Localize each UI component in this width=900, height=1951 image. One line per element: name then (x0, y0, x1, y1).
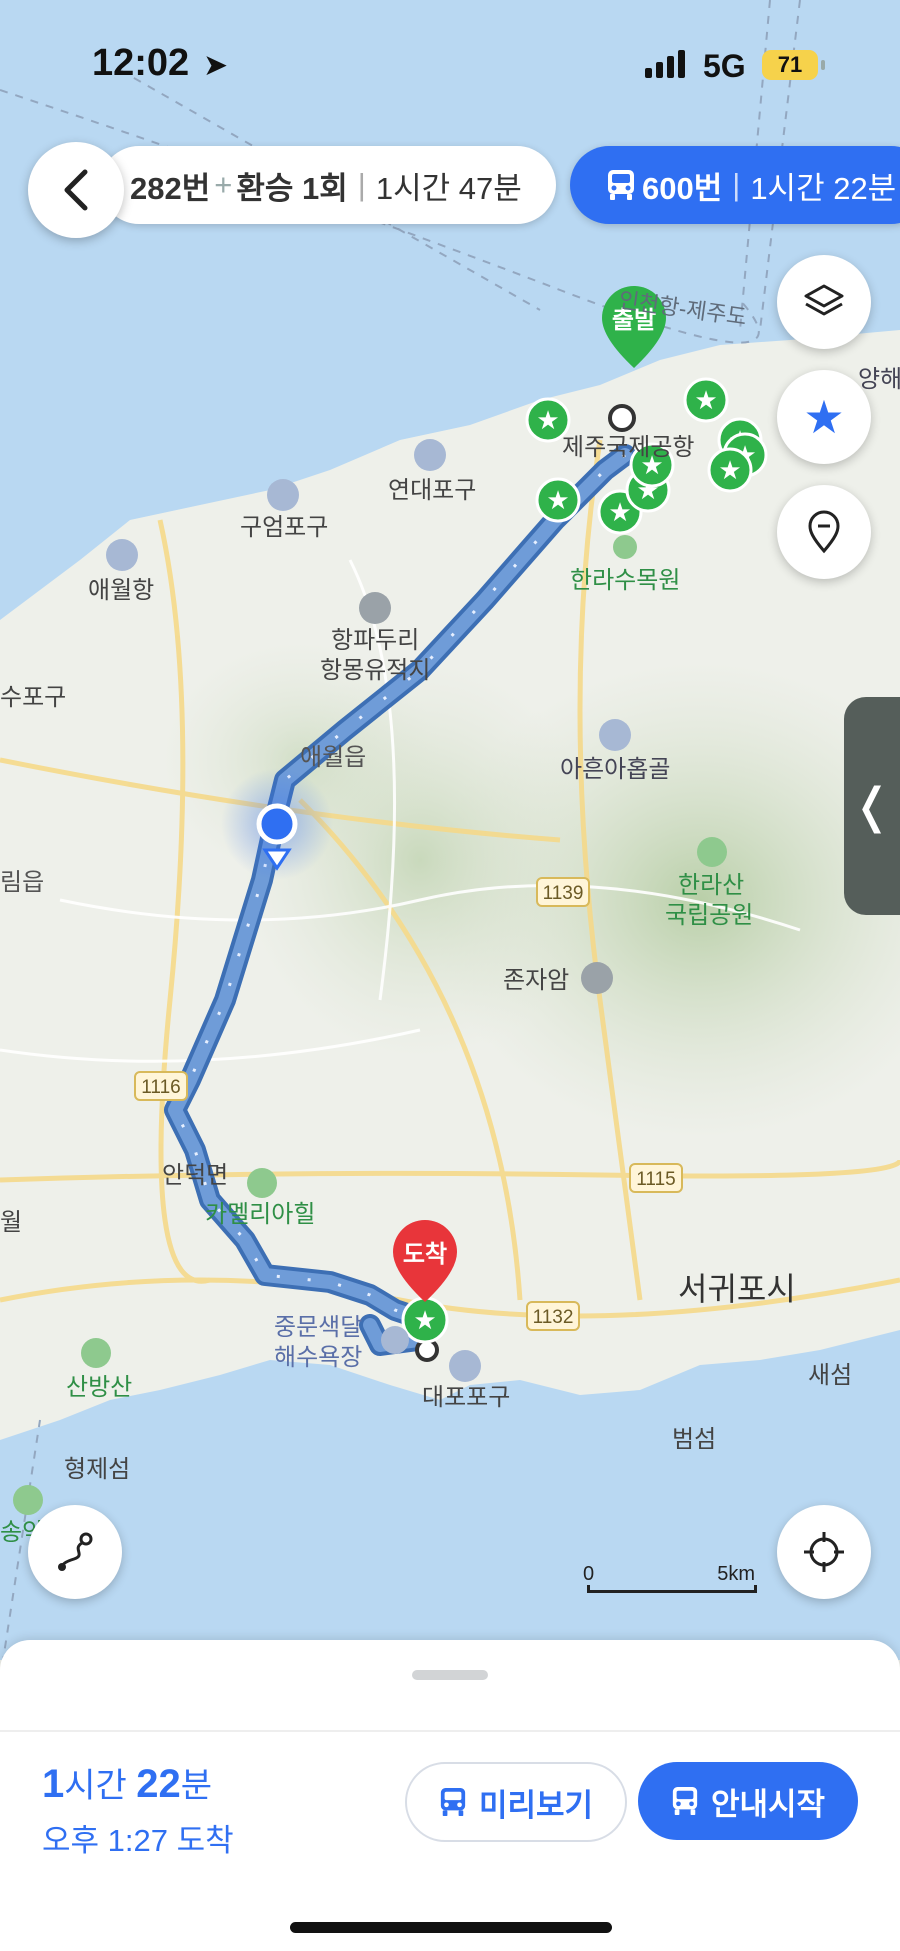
map-label: 서귀포시 (678, 1271, 796, 1307)
preview-label: 미리보기 (478, 1787, 594, 1823)
location-arrow-icon: ➤ (203, 49, 229, 82)
route-option-2[interactable]: 600번 | 1시간 22분 (570, 146, 900, 224)
svg-text:★: ★ (546, 486, 569, 516)
divider: | (357, 167, 366, 202)
status-bar: 12:02 ➤ 5G 71 (0, 0, 900, 135)
svg-text:★: ★ (694, 386, 717, 416)
map-label: 림읍 (0, 869, 44, 896)
back-icon (64, 169, 88, 211)
layers-button[interactable] (777, 255, 871, 349)
route-overview-button[interactable] (28, 1505, 122, 1599)
bus-icon (608, 170, 634, 200)
route-option-2-duration: 1시간 22분 (750, 170, 897, 206)
start-guidance-label: 안내시작 (710, 1786, 826, 1822)
map-label: 연대포구 (388, 477, 476, 504)
road-number: 1139 (543, 883, 584, 904)
end-marker-label: 도착 (403, 1241, 447, 1268)
eta-summary: 1시간 22분 오후 1:27 도착 (42, 1758, 234, 1860)
hours-unit: 시간 (64, 1767, 127, 1805)
road-number: 1132 (533, 1307, 574, 1328)
signal-icon (645, 50, 689, 78)
map-label: 아흔아홉골 (560, 756, 670, 783)
road-number: 1116 (141, 1077, 180, 1098)
locate-icon (804, 1532, 844, 1572)
bus-icon (672, 1787, 698, 1815)
svg-text:★: ★ (608, 498, 631, 528)
status-time: 12:02 (92, 42, 190, 84)
map-label: 한라산 (678, 872, 744, 899)
route-option-1[interactable]: 282번 + 환승 1회 | 1시간 47분 (100, 146, 556, 224)
bus-icon (440, 1788, 466, 1816)
map-label: 한라수목원 (570, 567, 680, 594)
map-label: 범섬 (672, 1426, 716, 1453)
map-label: 대포포구 (422, 1384, 510, 1411)
battery-level: 71 (762, 50, 825, 80)
start-guidance-button[interactable]: 안내시작 (638, 1762, 858, 1840)
preview-button[interactable]: 미리보기 (405, 1762, 627, 1842)
map-label: 제주국제공항 (562, 434, 694, 461)
route-option-1-transfer: 환승 1회 (236, 170, 348, 206)
start-stop (608, 404, 636, 432)
svg-text:★: ★ (536, 406, 559, 436)
map-label: 애월항 (88, 577, 154, 604)
map-label: 월 (0, 1209, 22, 1236)
map-label: 중문색달 (274, 1314, 362, 1341)
map-label: 애월읍 (300, 744, 366, 771)
route-option-1-duration: 1시간 47분 (375, 170, 522, 206)
map-label: 구엄포구 (240, 514, 328, 541)
map-label: 카멜리아힐 (205, 1201, 315, 1228)
network-type: 5G (703, 48, 746, 84)
duration-minutes: 22 (136, 1762, 181, 1806)
trip-duration: 1시간 22분 (42, 1758, 234, 1807)
scale-distance: 5km (717, 1563, 755, 1585)
map-label: 항파두리 (331, 627, 419, 654)
map-scale: 0 5km (583, 1563, 757, 1597)
place-pin-button[interactable] (777, 485, 871, 579)
minutes-unit: 분 (180, 1767, 213, 1805)
arrival-time: 오후 1:27 도착 (42, 1823, 234, 1858)
star-icon: ★ (803, 390, 845, 444)
favorites-button[interactable]: ★ (777, 370, 871, 464)
divider: | (732, 167, 741, 202)
plus-icon: + (214, 167, 233, 202)
route-option-1-bus: 282번 (130, 170, 211, 206)
map-label: 새섬 (808, 1362, 852, 1389)
map-label: 안덕면 (162, 1162, 228, 1189)
route-icon (58, 1532, 93, 1571)
map-label: 산방산 (66, 1374, 132, 1401)
map-label: 형제섬 (64, 1456, 130, 1483)
sheet-handle[interactable] (412, 1670, 488, 1680)
scale-bar (587, 1585, 757, 1593)
pin-icon (808, 510, 840, 554)
map-label: 해수욕장 (274, 1344, 362, 1371)
current-location-dot (256, 803, 298, 845)
my-location-button[interactable] (777, 1505, 871, 1599)
duration-hours: 1 (42, 1762, 65, 1806)
scale-zero: 0 (583, 1563, 595, 1585)
route-selector: 282번 + 환승 1회 | 1시간 47분 600번 | 1시간 22분 (0, 142, 900, 242)
collapse-icon: ❬ (851, 780, 893, 833)
bottom-sheet[interactable]: 1시간 22분 오후 1:27 도착 미리보기 안내시작 (0, 1640, 900, 1951)
svg-text:★: ★ (718, 456, 741, 486)
sheet-divider (0, 1730, 900, 1732)
map[interactable]: ★ ★ ★ ★ ★ ★ ★ ★ ★ ★ 출발 도착 인천항-제주도 (0, 0, 900, 1660)
back-button[interactable] (28, 142, 124, 238)
side-panel-toggle[interactable]: ❬ (844, 697, 900, 915)
map-label: 존자암 (503, 967, 569, 994)
map-label: 수포구 (0, 684, 66, 711)
map-label: 양해 (858, 366, 900, 393)
svg-text:★: ★ (413, 1306, 436, 1336)
map-label: 국립공원 (665, 902, 753, 929)
route-option-2-bus: 600번 (642, 170, 723, 206)
map-label: 항몽유적지 (320, 657, 430, 684)
road-number: 1115 (636, 1169, 675, 1190)
layers-icon (804, 284, 844, 316)
home-indicator (290, 1922, 612, 1933)
